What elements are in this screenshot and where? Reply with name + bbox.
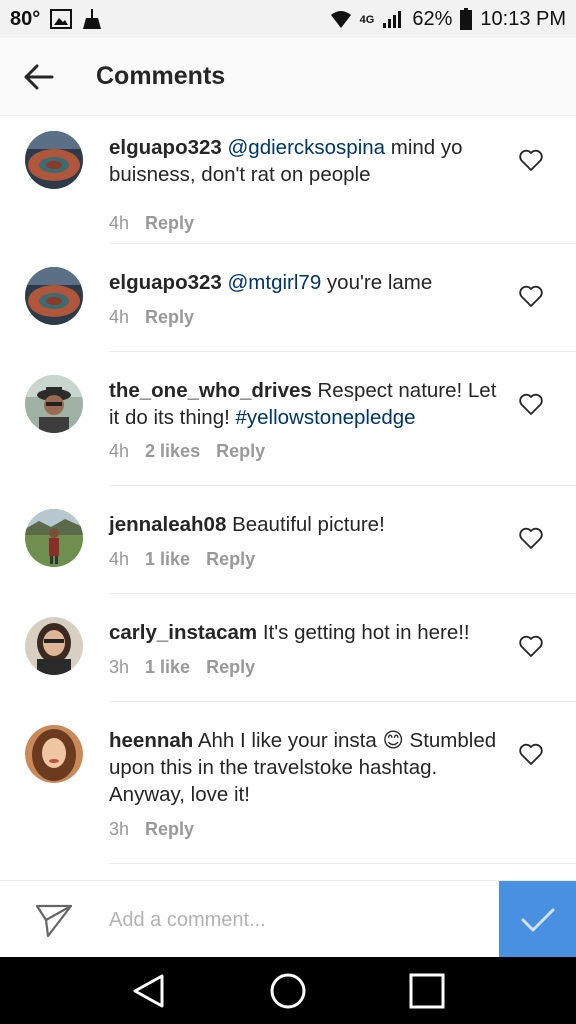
likes-count[interactable]: 2 likes xyxy=(145,441,200,462)
divider xyxy=(109,863,576,864)
header: Comments xyxy=(0,38,576,116)
comment-meta: 3h 1 like Reply xyxy=(109,657,255,678)
heart-icon[interactable] xyxy=(518,741,544,767)
nav-back-button[interactable] xyxy=(119,961,179,1021)
comments-list[interactable]: elguapo323 @gdiercksospina mind yo buisn… xyxy=(0,117,576,880)
system-nav-bar xyxy=(0,957,576,1024)
avatar[interactable] xyxy=(25,131,83,189)
comment-text: elguapo323 @gdiercksospina mind yo buisn… xyxy=(109,134,504,188)
comment-input[interactable] xyxy=(109,903,489,937)
comment-time: 4h xyxy=(109,307,130,327)
comment-username[interactable]: jennaleah08 xyxy=(109,513,226,536)
checkmark-icon xyxy=(521,908,554,931)
divider xyxy=(109,243,576,244)
divider xyxy=(109,485,576,486)
back-triangle-icon xyxy=(133,974,164,1007)
comment-hashtag[interactable]: #yellowstonepledge xyxy=(235,406,415,429)
temperature-readout: 80° xyxy=(10,7,41,30)
avatar[interactable] xyxy=(25,267,83,325)
avatar[interactable] xyxy=(25,617,83,675)
comment-meta: 3h Reply xyxy=(109,819,194,840)
divider xyxy=(109,593,576,594)
comment-username[interactable]: the_one_who_drives xyxy=(109,379,312,402)
battery-icon xyxy=(460,8,473,30)
reply-button[interactable]: Reply xyxy=(206,657,255,678)
comment-message: you're lame xyxy=(321,271,433,294)
heart-icon[interactable] xyxy=(518,525,544,551)
likes-count[interactable]: 1 like xyxy=(145,657,190,678)
comment-meta: 4h Reply xyxy=(109,213,194,234)
comment-time: 4h xyxy=(109,213,130,233)
wifi-icon xyxy=(330,9,352,29)
comment-message: It's getting hot in here!! xyxy=(257,621,470,644)
comment-username[interactable]: elguapo323 xyxy=(109,271,222,294)
avatar[interactable] xyxy=(25,725,83,783)
comment-text: the_one_who_drives Respect nature! Let i… xyxy=(109,377,504,431)
battery-percent: 62% xyxy=(412,7,453,30)
back-button[interactable] xyxy=(0,38,78,116)
status-right: 4G 62% 10:13 PM xyxy=(330,8,566,31)
reply-button[interactable]: Reply xyxy=(216,441,265,462)
heart-icon[interactable] xyxy=(518,633,544,659)
reply-button[interactable]: Reply xyxy=(206,549,255,570)
home-circle-icon xyxy=(270,973,306,1008)
comment-time: 4h xyxy=(109,549,130,569)
nav-recents-button[interactable] xyxy=(397,961,457,1021)
comment-time: 4h xyxy=(109,441,130,461)
comment-text: jennaleah08 Beautiful picture! xyxy=(109,511,504,538)
avatar[interactable] xyxy=(25,509,83,567)
comment-mention[interactable]: @mtgirl79 xyxy=(228,271,322,294)
image-icon xyxy=(50,9,73,29)
heart-icon[interactable] xyxy=(518,283,544,309)
divider xyxy=(109,701,576,702)
signal-icon xyxy=(382,9,404,29)
reply-button[interactable]: Reply xyxy=(145,213,194,234)
comment-username[interactable]: carly_instacam xyxy=(109,621,257,644)
comment-meta: 4h 2 likes Reply xyxy=(109,441,265,462)
comment-username[interactable]: elguapo323 xyxy=(109,136,222,159)
comment-meta: 4h 1 like Reply xyxy=(109,549,255,570)
clock: 10:13 PM xyxy=(480,7,566,30)
comment-message: Beautiful picture! xyxy=(226,513,385,536)
post-comment-button[interactable] xyxy=(499,881,576,958)
recents-square-icon xyxy=(409,973,445,1008)
broom-icon xyxy=(82,8,102,30)
heart-icon[interactable] xyxy=(518,147,544,173)
paper-plane-icon xyxy=(35,904,73,937)
status-bar: 80° 4G 62% 10:13 PM xyxy=(0,0,576,38)
back-arrow-icon xyxy=(24,64,54,89)
nav-home-button[interactable] xyxy=(258,961,318,1021)
comment-input-bar xyxy=(0,880,576,958)
reply-button[interactable]: Reply xyxy=(145,307,194,328)
comment-text: elguapo323 @mtgirl79 you're lame xyxy=(109,269,504,296)
comment-mention[interactable]: @gdiercksospina xyxy=(228,136,386,159)
comment-time: 3h xyxy=(109,657,130,677)
network-type: 4G xyxy=(359,13,375,26)
heart-icon[interactable] xyxy=(518,391,544,417)
comment-username[interactable]: heennah xyxy=(109,729,193,752)
avatar[interactable] xyxy=(25,375,83,433)
comment-meta: 4h Reply xyxy=(109,307,194,328)
page-title: Comments xyxy=(96,62,226,90)
likes-count[interactable]: 1 like xyxy=(145,549,190,570)
direct-share-button[interactable] xyxy=(14,881,94,958)
divider xyxy=(109,351,576,352)
comment-text: carly_instacam It's getting hot in here!… xyxy=(109,619,504,646)
comment-text: heennah Ahh I like your insta 😊 Stumbled… xyxy=(109,727,504,808)
status-left: 80° xyxy=(10,8,102,31)
reply-button[interactable]: Reply xyxy=(145,819,194,840)
comment-time: 3h xyxy=(109,819,130,839)
